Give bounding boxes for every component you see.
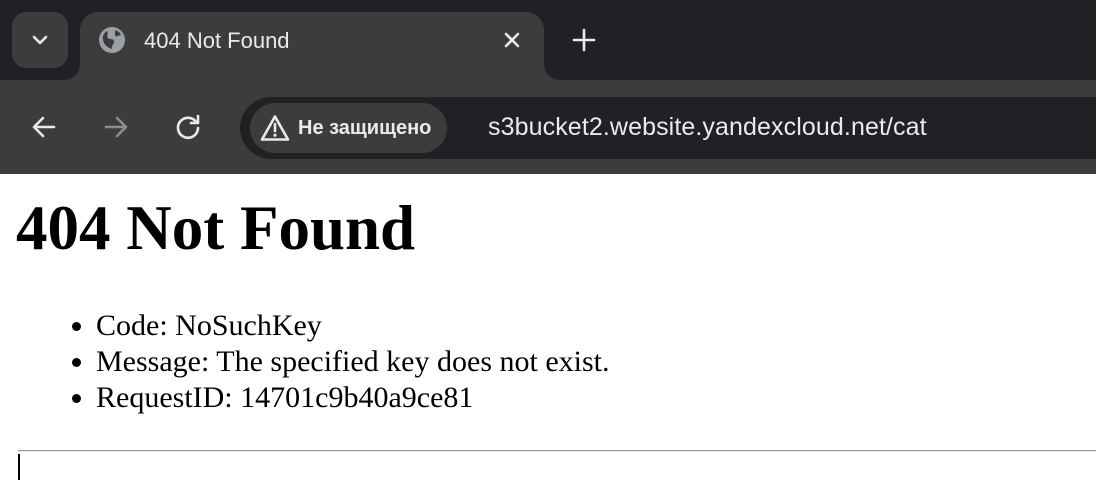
page-content: 404 Not Found Code: NoSuchKey Message: T… (0, 174, 1096, 480)
tab-strip: 404 Not Found (0, 0, 1096, 80)
page-heading: 404 Not Found (16, 193, 416, 263)
plus-icon (572, 28, 596, 52)
tab-close-button[interactable] (498, 26, 526, 54)
list-item: Message: The specified key does not exis… (96, 344, 610, 380)
tab-search-button[interactable] (12, 12, 68, 68)
browser-window: 404 Not Found Не защищено s3bucket2.webs… (0, 0, 1096, 480)
forward-button[interactable] (94, 105, 138, 149)
security-indicator[interactable]: Не защищено (250, 103, 448, 153)
text-caret (18, 454, 20, 480)
active-tab[interactable]: 404 Not Found (80, 12, 544, 80)
url-text[interactable]: s3bucket2.website.yandexcloud.net/cat (488, 113, 927, 142)
close-icon (504, 32, 520, 48)
new-tab-button[interactable] (566, 22, 602, 58)
back-button[interactable] (22, 105, 66, 149)
list-item: RequestID: 14701c9b40a9ce81 (96, 380, 610, 416)
security-label: Не защищено (298, 116, 432, 139)
globe-icon (99, 27, 125, 53)
arrow-right-icon (104, 116, 128, 138)
reload-icon (176, 114, 200, 140)
chevron-down-icon (32, 35, 48, 45)
address-bar[interactable]: Не защищено s3bucket2.website.yandexclou… (240, 97, 1096, 159)
warning-icon (260, 115, 290, 141)
list-item: Code: NoSuchKey (96, 308, 610, 344)
arrow-left-icon (32, 116, 56, 138)
tab-title: 404 Not Found (144, 28, 290, 53)
reload-button[interactable] (166, 105, 210, 149)
toolbar: Не защищено s3bucket2.website.yandexclou… (0, 80, 1096, 174)
horizontal-divider (18, 450, 1096, 452)
error-details-list: Code: NoSuchKey Message: The specified k… (96, 308, 610, 416)
